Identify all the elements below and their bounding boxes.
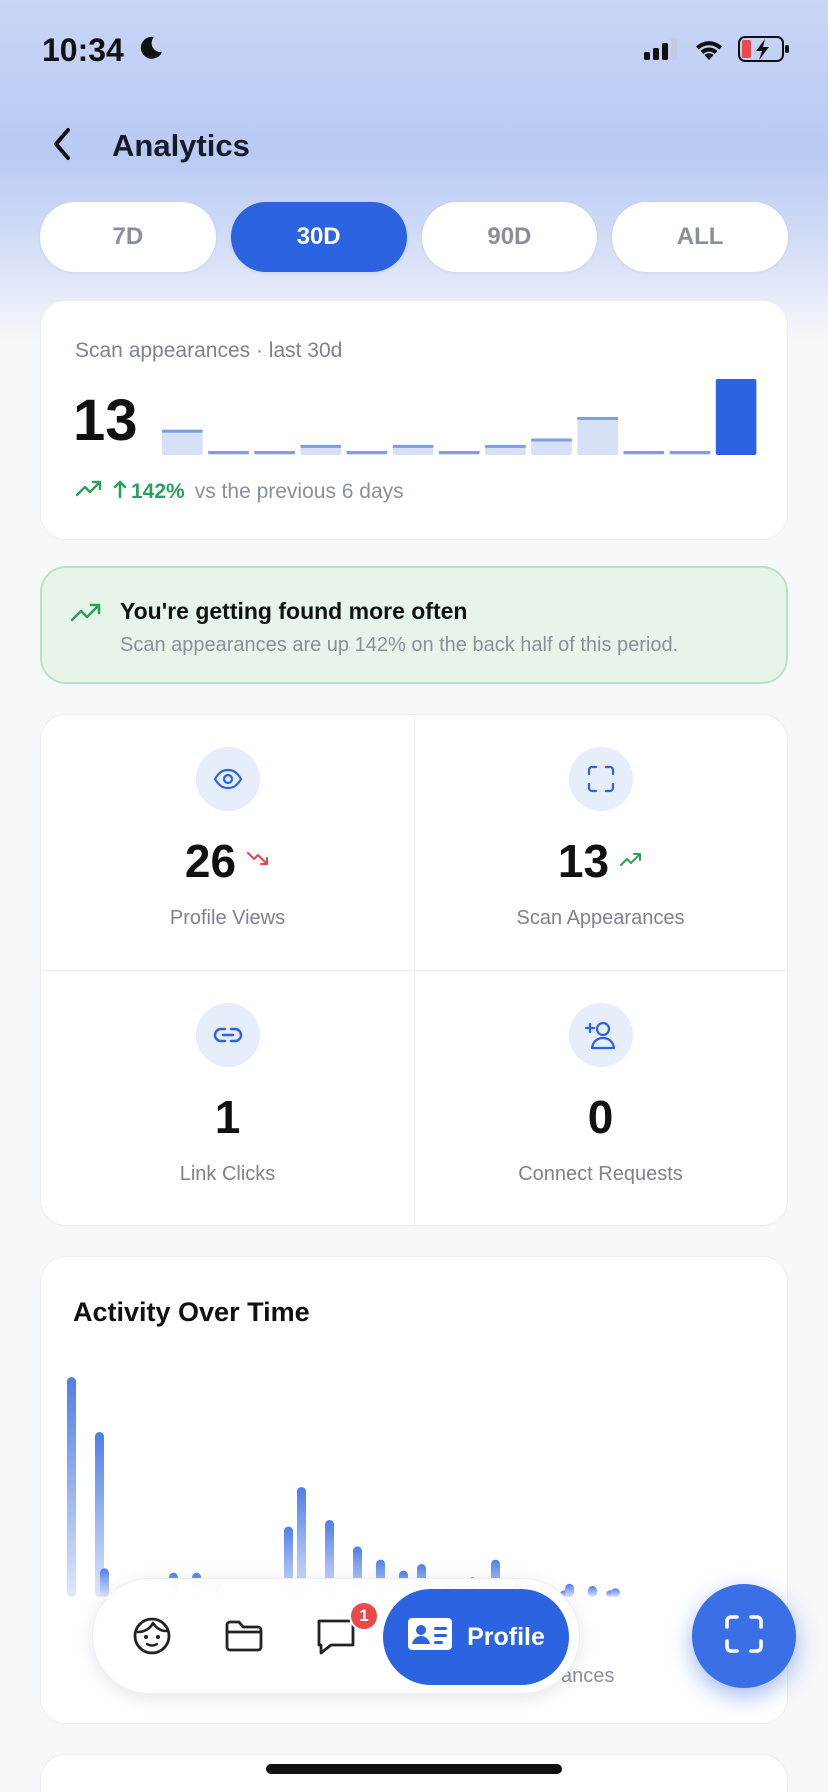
trend-up-icon <box>75 479 103 505</box>
range-tabs: 7D 30D 90D ALL <box>40 202 788 272</box>
back-button[interactable] <box>48 124 84 168</box>
sparkline-bar-cap <box>346 451 388 454</box>
tab-7d[interactable]: 7D <box>40 202 216 272</box>
sparkline-bar-cap <box>438 451 480 454</box>
stat-label: Scan Appearances <box>516 907 685 929</box>
chevron-left-icon <box>48 124 76 169</box>
moon-icon <box>136 34 164 67</box>
nav-item-face[interactable] <box>129 1615 175 1661</box>
id-card-icon <box>407 1617 453 1658</box>
sparkline-bar-cap <box>531 438 572 442</box>
stats-card: 26 Profile Views 13 Scan Appearances 1 L… <box>40 714 788 1226</box>
tab-30d[interactable]: 30D <box>230 202 407 272</box>
activity-bar <box>588 1586 597 1597</box>
sparkline-bar-cap <box>485 444 526 448</box>
arrow-up-icon <box>113 479 127 505</box>
scan-summary-label: Scan appearances · last 30d <box>75 339 343 362</box>
insight-title: You're getting found more often <box>120 598 468 624</box>
stat-profile-views[interactable]: 26 Profile Views <box>41 715 414 970</box>
signal-icon <box>644 38 680 65</box>
page-title: Analytics <box>112 128 250 163</box>
stat-label: Link Clicks <box>179 1163 276 1185</box>
sparkline-bar-cap <box>669 451 711 454</box>
stat-value: 1 <box>214 1091 241 1143</box>
sparkline-bar <box>577 417 618 455</box>
stat-value: 0 <box>587 1091 614 1143</box>
scan-change-row: 142% vs the previous 6 days <box>75 479 404 505</box>
scan-sparkline <box>162 379 757 455</box>
activity-bar <box>67 1377 76 1597</box>
scan-summary-card: Scan appearances · last 30d 13 142% vs t… <box>40 300 788 540</box>
notification-badge: 1 <box>349 1601 379 1631</box>
tab-90d[interactable]: 90D <box>421 202 598 272</box>
folder-icon <box>224 1619 264 1658</box>
stat-label: Connect Requests <box>518 1163 683 1185</box>
status-icons <box>644 36 790 67</box>
battery-charging-icon <box>738 36 790 67</box>
status-bar: 10:34 <box>0 0 828 100</box>
stat-scan-appearances[interactable]: 13 Scan Appearances <box>414 715 787 970</box>
insight-body: Scan appearances are up 142% on the back… <box>120 634 679 656</box>
trend-down-icon <box>246 850 270 873</box>
home-indicator <box>266 1764 562 1774</box>
sparkline-bar-cap <box>254 451 295 454</box>
sparkline-bar-cap <box>208 451 249 454</box>
scan-change-percent: 142% <box>131 480 185 503</box>
sparkline-bar <box>715 379 757 455</box>
insight-card: You're getting found more often Scan app… <box>40 566 788 684</box>
stat-link-clicks[interactable]: 1 Link Clicks <box>41 971 414 1226</box>
status-time: 10:34 <box>42 32 124 68</box>
face-icon <box>132 1616 172 1661</box>
trend-up-icon <box>70 602 102 629</box>
sparkline-bar <box>162 429 203 455</box>
stat-connect-requests[interactable]: 0 Connect Requests <box>414 971 787 1226</box>
sparkline-bar-cap <box>623 451 665 454</box>
scan-frame-icon <box>724 1614 764 1659</box>
sparkline-bar-cap <box>162 429 203 433</box>
nav-item-profile[interactable]: Profile <box>383 1589 569 1685</box>
link-icon <box>195 1003 260 1067</box>
stat-label: Profile Views <box>169 907 286 929</box>
stat-value: 13 <box>557 835 610 887</box>
wifi-icon <box>694 38 724 65</box>
sparkline-bar-cap <box>392 444 434 448</box>
sparkline-bar-cap <box>577 417 618 420</box>
stat-value: 26 <box>184 835 237 887</box>
trend-up-icon <box>619 850 643 873</box>
eye-icon <box>195 747 260 811</box>
scan-button[interactable] <box>692 1584 796 1688</box>
tab-all[interactable]: ALL <box>612 202 788 272</box>
sparkline-bar-cap <box>300 444 342 448</box>
activity-bar <box>611 1588 620 1597</box>
activity-title: Activity Over Time <box>73 1297 310 1327</box>
nav-profile-label: Profile <box>467 1622 545 1651</box>
activity-bar <box>565 1583 574 1597</box>
scan-frame-icon <box>568 747 633 811</box>
scan-change-text: vs the previous 6 days <box>194 480 404 503</box>
bottom-nav: 1 Profile <box>92 1578 580 1694</box>
activity-bar <box>100 1568 109 1597</box>
add-person-icon <box>568 1003 633 1067</box>
nav-item-folder[interactable] <box>221 1615 267 1661</box>
scan-summary-value: 13 <box>73 388 138 453</box>
